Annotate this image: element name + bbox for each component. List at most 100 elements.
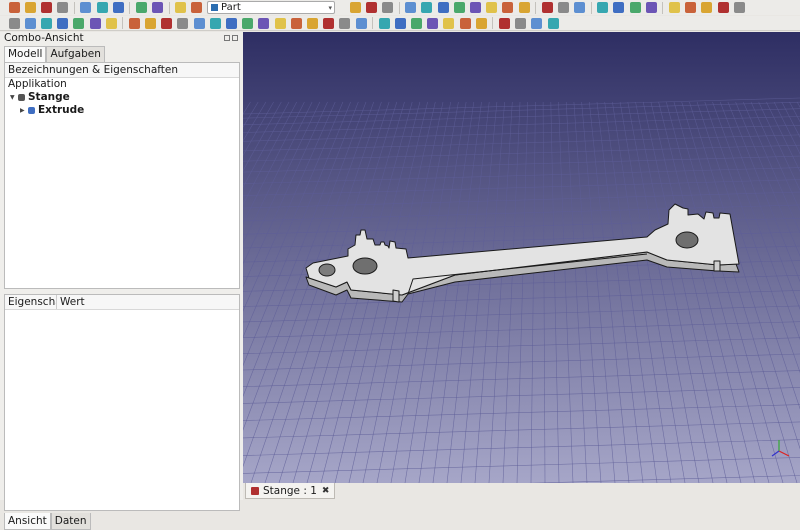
part-box-icon[interactable] bbox=[9, 18, 20, 29]
part-shape-builder-icon[interactable] bbox=[129, 18, 140, 29]
3d-viewport[interactable] bbox=[243, 32, 800, 483]
tree-item-stange[interactable]: ▼ Stange bbox=[5, 91, 239, 104]
float-icon[interactable] bbox=[224, 35, 230, 41]
part-common-icon[interactable] bbox=[427, 18, 438, 29]
view-bottom-icon[interactable] bbox=[502, 2, 513, 13]
toolbar-separator bbox=[492, 17, 493, 29]
zoom-in-icon[interactable] bbox=[669, 2, 680, 13]
part-extrude-icon bbox=[28, 107, 35, 114]
property-tabs: Ansicht Daten bbox=[4, 513, 91, 530]
part-revolve-icon[interactable] bbox=[161, 18, 172, 29]
part-compound-icon[interactable] bbox=[476, 18, 487, 29]
part-boolean-icon[interactable] bbox=[379, 18, 390, 29]
new-file-icon[interactable] bbox=[9, 2, 20, 13]
part-sweep-icon[interactable] bbox=[275, 18, 286, 29]
save-icon[interactable] bbox=[41, 2, 52, 13]
zoom-selection-icon[interactable] bbox=[366, 2, 377, 13]
refresh-icon[interactable] bbox=[175, 2, 186, 13]
part-make-face-icon[interactable] bbox=[226, 18, 237, 29]
part-cylinder-icon[interactable] bbox=[25, 18, 36, 29]
part-hole bbox=[353, 258, 377, 274]
part-ruled-surface-icon[interactable] bbox=[242, 18, 253, 29]
view-front-icon[interactable] bbox=[438, 2, 449, 13]
document-icon bbox=[251, 487, 259, 495]
part-cross-sections-icon[interactable] bbox=[307, 18, 318, 29]
close-icon[interactable] bbox=[232, 35, 238, 41]
undo-icon[interactable] bbox=[136, 2, 147, 13]
panel-tabs: Modell Aufgaben bbox=[4, 46, 105, 62]
part-mirror-icon[interactable] bbox=[177, 18, 188, 29]
view-right-icon[interactable] bbox=[470, 2, 481, 13]
part-measure-icon[interactable] bbox=[531, 18, 542, 29]
sync-view-icon[interactable] bbox=[405, 2, 416, 13]
zoom-out-icon[interactable] bbox=[685, 2, 696, 13]
open-file-icon[interactable] bbox=[25, 2, 36, 13]
part-chamfer-icon[interactable] bbox=[210, 18, 221, 29]
std-part-icon[interactable] bbox=[558, 2, 569, 13]
part-fuse-icon[interactable] bbox=[411, 18, 422, 29]
view-top-icon[interactable] bbox=[454, 2, 465, 13]
section-label: Applikation bbox=[8, 78, 67, 91]
workbench-selector[interactable]: Part▾ bbox=[207, 1, 335, 14]
copy-icon[interactable] bbox=[97, 2, 108, 13]
part-attachment-icon[interactable] bbox=[548, 18, 559, 29]
part-defeaturing-icon[interactable] bbox=[515, 18, 526, 29]
toolbar-separator bbox=[169, 2, 170, 14]
edit-macro-icon[interactable] bbox=[630, 2, 641, 13]
expanded-arrow-icon[interactable]: ▼ bbox=[10, 91, 15, 104]
part-loft-icon[interactable] bbox=[258, 18, 269, 29]
tab-model[interactable]: Modell bbox=[4, 46, 46, 62]
property-column-header[interactable]: Eigenscha bbox=[8, 295, 56, 309]
part-cone-icon[interactable] bbox=[57, 18, 68, 29]
tab-view[interactable]: Ansicht bbox=[4, 513, 51, 530]
part-projection-icon[interactable] bbox=[356, 18, 367, 29]
part-offset-icon[interactable] bbox=[323, 18, 334, 29]
property-header: Eigenscha Wert bbox=[5, 295, 239, 310]
part-primitives-icon[interactable] bbox=[106, 18, 117, 29]
view-rear-icon[interactable] bbox=[486, 2, 497, 13]
toolbar-separator bbox=[129, 2, 130, 14]
view-iso-icon[interactable] bbox=[421, 2, 432, 13]
whats-this-icon[interactable] bbox=[191, 2, 202, 13]
run-macro-icon[interactable] bbox=[646, 2, 657, 13]
close-tab-icon[interactable]: ✖ bbox=[322, 486, 330, 496]
print-icon[interactable] bbox=[57, 2, 68, 13]
document-tab-bar: Stange : 1 ✖ bbox=[243, 483, 800, 500]
toolbar-separator bbox=[74, 2, 75, 14]
snapshot-icon[interactable] bbox=[734, 2, 745, 13]
part-split-icon[interactable] bbox=[460, 18, 471, 29]
tree-view[interactable]: Bezeichnungen & Eigenschaften Applikatio… bbox=[4, 62, 240, 289]
view-left-icon[interactable] bbox=[519, 2, 530, 13]
collapsed-arrow-icon[interactable]: ▶ bbox=[20, 104, 25, 117]
measure-distance-icon[interactable] bbox=[542, 2, 553, 13]
paste-icon[interactable] bbox=[113, 2, 124, 13]
selection-filter-icon[interactable] bbox=[701, 2, 712, 13]
value-column-header[interactable]: Wert bbox=[56, 295, 85, 309]
record-macro-icon[interactable] bbox=[597, 2, 608, 13]
property-view[interactable]: Eigenscha Wert bbox=[4, 294, 240, 511]
std-group-icon[interactable] bbox=[574, 2, 585, 13]
redo-icon[interactable] bbox=[152, 2, 163, 13]
tab-tasks[interactable]: Aufgaben bbox=[46, 46, 104, 62]
part-extrude-icon[interactable] bbox=[145, 18, 156, 29]
stop-macro-icon[interactable] bbox=[613, 2, 624, 13]
clipping-icon[interactable] bbox=[718, 2, 729, 13]
tree-item-extrude[interactable]: ▶ Extrude bbox=[5, 104, 239, 117]
draw-style-icon[interactable] bbox=[382, 2, 393, 13]
3d-scene[interactable] bbox=[243, 32, 800, 483]
part-thickness-icon[interactable] bbox=[339, 18, 350, 29]
document-tab[interactable]: Stange : 1 ✖ bbox=[245, 483, 335, 499]
part-join-icon[interactable] bbox=[443, 18, 454, 29]
part-sphere-icon[interactable] bbox=[41, 18, 52, 29]
part-section-icon[interactable] bbox=[291, 18, 302, 29]
panel-title: Combo-Ansicht bbox=[4, 32, 84, 44]
part-cut-icon[interactable] bbox=[395, 18, 406, 29]
part-torus-icon[interactable] bbox=[73, 18, 84, 29]
cut-icon[interactable] bbox=[80, 2, 91, 13]
tree-section-label: Applikation bbox=[5, 78, 239, 91]
fit-all-icon[interactable] bbox=[350, 2, 361, 13]
part-check-geometry-icon[interactable] bbox=[499, 18, 510, 29]
part-tube-icon[interactable] bbox=[90, 18, 101, 29]
part-fillet-icon[interactable] bbox=[194, 18, 205, 29]
tab-data[interactable]: Daten bbox=[51, 513, 91, 530]
